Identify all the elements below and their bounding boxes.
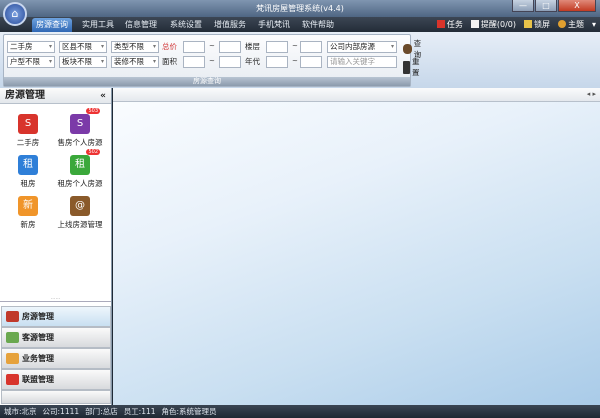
function-icon: 新 [18,196,38,216]
year-max-input[interactable] [300,56,322,68]
lock-screen-icon [523,20,532,28]
keyword-input[interactable]: 请输入关键字 [327,56,397,68]
nav-button[interactable]: 业务管理 [1,348,111,369]
tab-scroll-arrows[interactable]: ◂ ▸ [587,90,596,98]
reminder-icon [470,20,479,28]
nav-icon [6,374,19,385]
tab-tools[interactable]: 实用工具 [78,18,118,32]
function-label: 上线房源管理 [57,220,103,229]
layout-select[interactable]: 户型不限 ▾ [7,56,55,68]
function-item[interactable]: 租 502 租房个人房源 [52,149,108,189]
floor-min-input[interactable] [266,41,288,53]
reset-button[interactable]: 重置 [403,56,423,78]
count-badge: 503 [86,108,100,114]
function-icon: @ [70,196,90,216]
task-button[interactable]: 任务 [436,19,463,30]
lock-screen-button[interactable]: 锁屏 [523,19,550,30]
floor-max-input[interactable] [300,41,322,53]
price-min-input[interactable] [183,41,205,53]
year-min-input[interactable] [266,56,288,68]
theme-button[interactable]: 主题 [557,19,584,30]
theme-icon [557,20,566,28]
area-label: 面积 [162,57,177,66]
function-item[interactable]: @ 上线房源管理 [52,196,108,230]
function-item[interactable]: 租租房 [0,155,56,189]
range-separator: ~ [209,57,215,65]
tab-help[interactable]: 软件帮助 [298,18,338,32]
function-item[interactable]: S 二手房 [0,114,56,148]
function-icon: S 503 [70,108,100,134]
status-item: 角色:系统管理员 [161,407,217,416]
count-badge: 502 [86,149,100,155]
close-button[interactable]: X [558,0,596,12]
floor-label: 楼层 [245,42,260,51]
left-panel-header: 房源管理 « [0,88,111,104]
range-separator: ~ [292,57,298,65]
function-label: 新房 [20,220,36,229]
function-label: 租房 [20,179,36,188]
function-item[interactable]: S 503 售房个人房源 [52,108,108,148]
total-price-label: 总价 [162,42,177,51]
splitter-handle[interactable]: ······ [0,297,111,302]
function-icon: 租 [18,155,38,175]
minimize-button[interactable]: — [512,0,534,12]
status-item: 部门:总店 [85,407,118,416]
main-content-area: ◂ ▸ [113,88,600,405]
category-select[interactable]: 类型不限 ▾ [111,41,159,53]
nav-icon [6,353,19,364]
function-icon: S [18,114,38,134]
collapse-button[interactable]: « [100,88,106,104]
panel-label: 房源查询 [4,77,410,86]
nav-button[interactable]: 客源管理 [1,327,111,348]
search-panel: 二手房 ▾ 区县不限 ▾ 类型不限 ▾ 户型不限 ▾ 板块不限 ▾ 装修不限 ▾ 总价 面积… [3,34,421,87]
tab-house-search[interactable]: 房源查询 [32,18,72,32]
window-title: 梵讯房屋管理系统(v4.4) [256,4,344,13]
house-type-select[interactable]: 二手房 ▾ [7,41,55,53]
document-tab-strip: ◂ ▸ [113,88,600,102]
status-item: 城市:北京 [4,407,37,416]
range-separator: ~ [292,42,298,50]
function-item[interactable]: 新新房 [0,196,56,230]
more-dropdown[interactable]: ▾ [592,20,596,29]
binoculars-icon [403,44,412,54]
district-select[interactable]: 区县不限 ▾ [59,41,107,53]
area-max-input[interactable] [219,56,241,68]
decoration-select[interactable]: 装修不限 ▾ [111,56,159,68]
tab-info-management[interactable]: 信息管理 [121,18,161,32]
function-label: 租房个人房源 [57,179,103,188]
year-label: 年代 [245,57,260,66]
task-icon [436,20,445,28]
source-select[interactable]: 公司内部房源 ▾ [327,41,397,53]
status-bar: 城市:北京 公司:1111 部门:总店 员工:111 角色:系统管理员 [0,405,600,418]
nav-button[interactable]: 房源管理 [1,306,111,327]
title-bar: 梵讯房屋管理系统(v4.4) — □ X [0,0,600,17]
function-label: 二手房 [16,138,40,147]
left-panel: 房源管理 « S 二手房 S 503 售房个人房源租租房租 502 租房个人房源新新房 @ 上线房… [0,88,112,405]
menu-bar: 房源查询 实用工具 信息管理 系统设置 增值服务 手机梵讯 软件帮助 任务 提醒… [0,17,600,32]
status-item: 员工:111 [123,407,156,416]
left-panel-title: 房源管理 [5,90,45,101]
tab-system-settings[interactable]: 系统设置 [166,18,206,32]
reminder-button[interactable]: 提醒(0/0) [470,19,516,30]
nav-icon [6,332,19,343]
nav-icon [6,311,19,322]
maximize-button[interactable]: □ [535,0,557,12]
function-grid: S 二手房 S 503 售房个人房源租租房租 502 租房个人房源新新房 @ 上线房源管理 [0,104,111,304]
price-max-input[interactable] [219,41,241,53]
function-label: 售房个人房源 [57,138,103,147]
area-min-input[interactable] [183,56,205,68]
function-icon: 租 502 [70,149,100,175]
block-select[interactable]: 板块不限 ▾ [59,56,107,68]
trash-icon [403,60,410,74]
range-separator: ~ [209,42,215,50]
status-item: 公司:1111 [42,407,80,416]
tab-value-added[interactable]: 增值服务 [210,18,250,32]
nav-button[interactable]: 联盟管理 [1,369,111,390]
tab-mobile[interactable]: 手机梵讯 [254,18,294,32]
app-logo-icon[interactable]: ⌂ [3,2,27,26]
nav-empty-slot [1,390,111,404]
